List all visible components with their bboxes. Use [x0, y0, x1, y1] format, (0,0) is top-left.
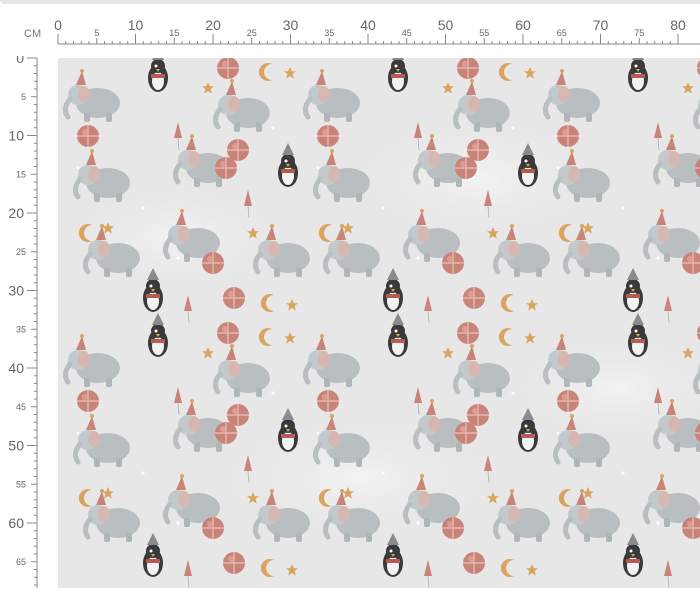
fabric-pattern-svg: [58, 58, 700, 588]
horizontal-ruler-svg: 0 10 20 30 40 50 60 70 80 5 15 25 35 45 55 65 75: [54, 17, 700, 45]
top-ruler-label-major: 50: [438, 17, 454, 33]
top-ruler-label-minor: 65: [557, 28, 567, 38]
top-ruler-label-minor: 45: [402, 28, 412, 38]
left-ruler-label-minor: 15: [16, 169, 26, 179]
left-ruler-label-major: 10: [8, 128, 24, 144]
fabric-pattern-preview: [58, 58, 700, 588]
left-ruler-label-minor: 5: [21, 92, 26, 102]
top-ruler-label-minor: 75: [634, 28, 644, 38]
top-ruler-label-minor: 55: [479, 28, 489, 38]
left-ruler-label-major: 20: [8, 205, 24, 221]
horizontal-ruler: 0 10 20 30 40 50 60 70 80 5 15 25 35 45 55 65 75: [0, 10, 700, 56]
top-ruler-label-major: 0: [54, 17, 62, 33]
left-ruler-label-minor: 25: [16, 247, 26, 257]
top-ruler-label-minor: 5: [94, 28, 99, 38]
top-ruler-label-minor: 35: [324, 28, 334, 38]
left-ruler-label-minor: 55: [16, 479, 26, 489]
left-ruler-label-minor: 35: [16, 324, 26, 334]
top-ruler-label-major: 70: [593, 17, 609, 33]
top-ruler-label-major: 20: [205, 17, 221, 33]
top-ruler-label-minor: 25: [247, 28, 257, 38]
top-ruler-label-major: 40: [360, 17, 376, 33]
left-ruler-label-major: 40: [8, 360, 24, 376]
top-ruler-label-major: 10: [128, 17, 144, 33]
top-ruler-label-major: 30: [283, 17, 299, 33]
left-ruler-label-major: 0: [16, 56, 24, 66]
left-ruler-label-major: 60: [8, 515, 24, 531]
left-ruler-label-minor: 45: [16, 402, 26, 412]
top-ruler-label-major: 60: [515, 17, 531, 33]
left-ruler-label-major: 50: [8, 438, 24, 454]
top-ruler-label-minor: 15: [169, 28, 179, 38]
top-ruler-label-major: 80: [670, 17, 686, 33]
vertical-ruler-svg: 0 10 20 30 40 50 60 5 15 25 35 45 55 65: [8, 50, 38, 588]
left-ruler-label-minor: 65: [16, 557, 26, 567]
top-bar: [0, 0, 700, 4]
left-ruler-label-major: 30: [8, 283, 24, 299]
vertical-ruler: 0 10 20 30 40 50 60 5 15 25 35 45 55 65: [0, 50, 50, 588]
